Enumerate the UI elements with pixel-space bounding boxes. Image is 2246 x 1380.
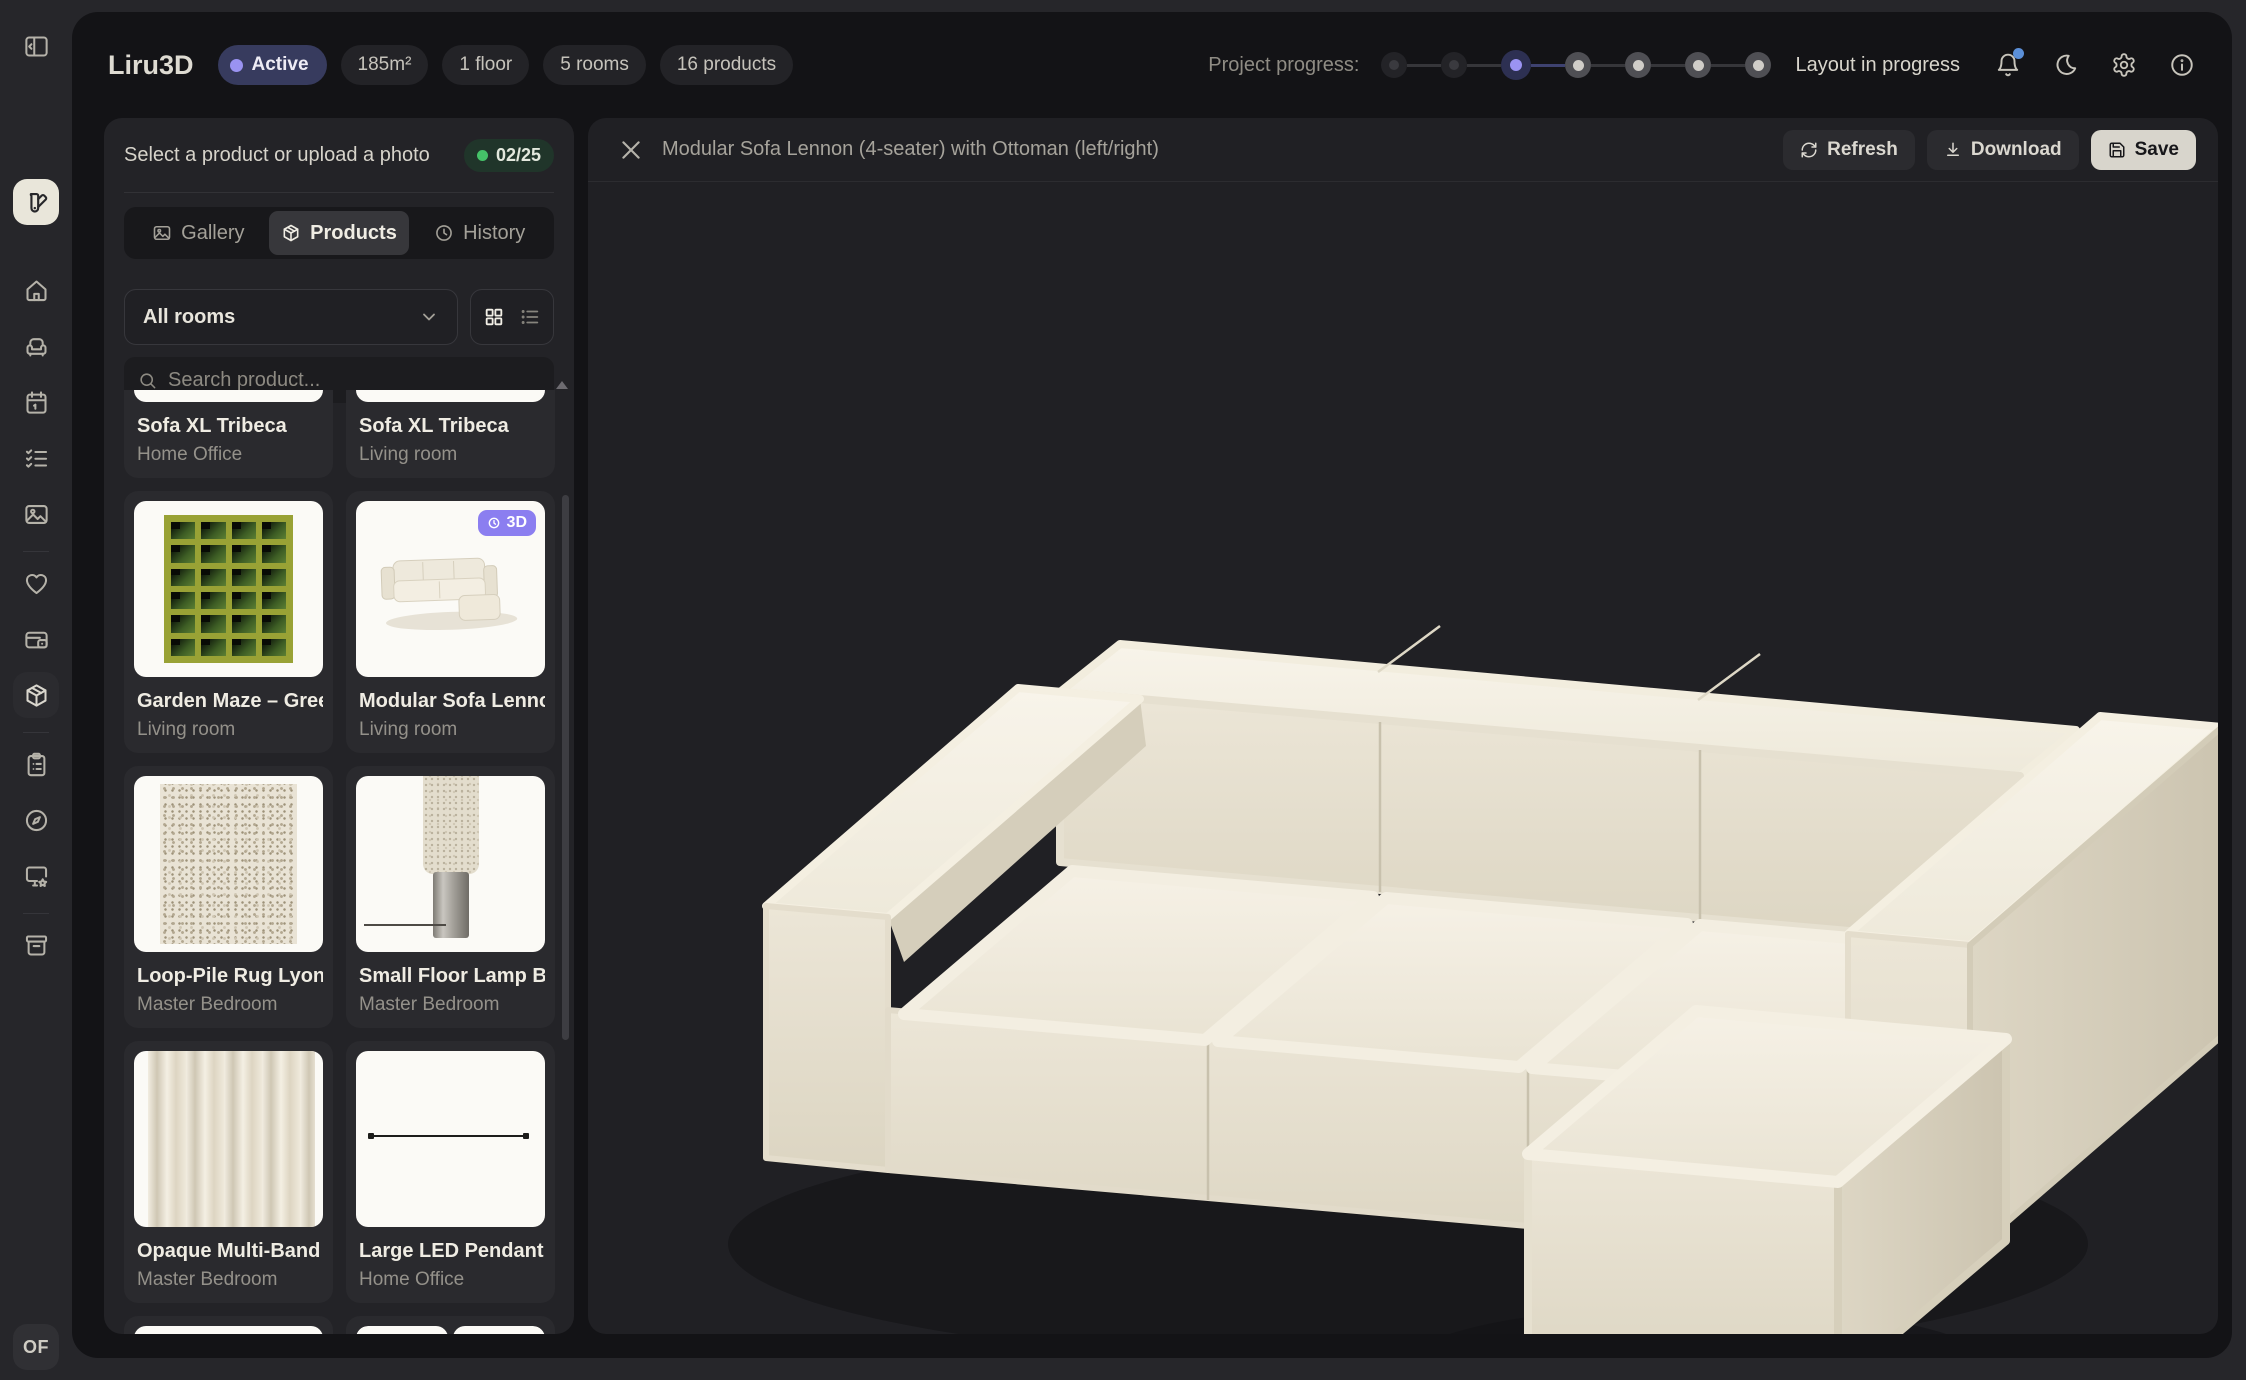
cube-3d-icon[interactable] [13, 672, 59, 718]
download-button[interactable]: Download [1927, 130, 2079, 170]
monitor-star-icon[interactable] [13, 853, 59, 899]
rooms-filter-dropdown[interactable]: All rooms [124, 289, 458, 345]
wallet-icon[interactable] [13, 616, 59, 662]
product-card[interactable] [124, 1316, 333, 1334]
viewer-header: Modular Sofa Lennon (4-seater) with Otto… [588, 118, 2218, 182]
sidebar-rail: OF [0, 0, 72, 1380]
swatches-logo-icon[interactable] [13, 179, 59, 225]
viewer-panel: Modular Sofa Lennon (4-seater) with Otto… [588, 118, 2218, 1334]
product-image [356, 390, 545, 402]
rail-divider [23, 732, 49, 733]
progress-step-4[interactable] [1565, 52, 1591, 78]
moon-icon[interactable] [2046, 45, 2086, 85]
view-toggle-group [470, 289, 554, 345]
search-icon [138, 371, 157, 390]
tab-products[interactable]: Products [269, 211, 410, 255]
compass-icon[interactable] [13, 797, 59, 843]
rooms-pill: 5 rooms [543, 45, 646, 85]
refresh-icon [1800, 141, 1818, 159]
progress-label: Project progress: [1208, 54, 1359, 77]
calendar-icon[interactable] [13, 379, 59, 425]
rail-divider [23, 551, 49, 552]
notification-dot [2013, 48, 2024, 59]
product-image [356, 1326, 545, 1334]
rail-divider [23, 913, 49, 914]
progress-step-5[interactable] [1625, 52, 1651, 78]
image-icon [152, 223, 172, 243]
panel-title: Select a product or upload a photo [124, 144, 430, 167]
home-icon[interactable] [13, 267, 59, 313]
progress-steps [1381, 50, 1771, 80]
product-card[interactable]: Sofa XL Tribeca Living room [346, 390, 555, 478]
product-card[interactable] [346, 1316, 555, 1334]
archive-icon[interactable] [13, 922, 59, 968]
cube-mini-icon [487, 516, 501, 530]
save-button[interactable]: Save [2091, 130, 2196, 170]
3d-badge: 3D [478, 510, 536, 536]
tab-gallery[interactable]: Gallery [128, 211, 269, 255]
close-icon[interactable] [618, 137, 644, 163]
product-image-pendant [356, 1051, 545, 1227]
progress-step-1[interactable] [1381, 52, 1407, 78]
floors-pill: 1 floor [442, 45, 529, 85]
app-shell: Liru3D Active 185m² 1 floor 5 rooms 16 p… [72, 12, 2232, 1358]
viewer-stage[interactable] [588, 182, 2218, 1334]
user-avatar[interactable]: OF [13, 1324, 59, 1370]
progress-step-6[interactable] [1685, 52, 1711, 78]
search-input[interactable] [168, 369, 540, 392]
product-image-rug [134, 776, 323, 952]
progress-step-2[interactable] [1441, 52, 1467, 78]
product-card-selected[interactable]: 3D Modular Sofa Lennon (… Living room [346, 491, 555, 753]
scrollbar-thumb[interactable] [562, 495, 569, 1040]
products-panel: Select a product or upload a photo 02/25… [104, 118, 574, 1334]
counter-dot-icon [477, 150, 488, 161]
image-icon[interactable] [13, 491, 59, 537]
product-card[interactable]: Large LED Pendant El… Home Office [346, 1041, 555, 1303]
status-badge: Active [218, 45, 327, 85]
page-title: Liru3D [108, 50, 194, 81]
progress-step-3-active[interactable] [1501, 50, 1531, 80]
panel-tabs: Gallery Products History [124, 207, 554, 259]
area-pill: 185m² [341, 45, 429, 85]
product-image [134, 1326, 323, 1334]
progress-step-7[interactable] [1745, 52, 1771, 78]
product-card[interactable]: Opaque Multi-Band Cu… Master Bedroom [124, 1041, 333, 1303]
product-card[interactable]: Sofa XL Tribeca Home Office [124, 390, 333, 478]
download-icon [1944, 141, 1962, 159]
checklist-icon[interactable] [13, 435, 59, 481]
top-bar: Liru3D Active 185m² 1 floor 5 rooms 16 p… [72, 12, 2232, 118]
grid-view-icon[interactable] [483, 306, 505, 328]
chevron-down-icon [419, 307, 439, 327]
product-image-green-grid [134, 501, 323, 677]
refresh-button[interactable]: Refresh [1783, 130, 1915, 170]
panel-divider [124, 192, 554, 193]
product-list: Sofa XL Tribeca Home Office Sofa XL Trib… [104, 390, 574, 1334]
product-image [134, 390, 323, 402]
product-image-lamp [356, 776, 545, 952]
product-card[interactable]: Garden Maze – Green Living room [124, 491, 333, 753]
panel-left-icon[interactable] [13, 23, 59, 69]
info-icon[interactable] [2162, 45, 2202, 85]
gear-icon[interactable] [2104, 45, 2144, 85]
sofa-3d-render [688, 454, 2218, 1334]
progress-status: Layout in progress [1795, 54, 1960, 77]
tab-history[interactable]: History [409, 211, 550, 255]
product-card[interactable]: Loop-Pile Rug Lyon Master Bedroom [124, 766, 333, 1028]
status-dot-icon [230, 59, 243, 72]
heart-icon[interactable] [13, 560, 59, 606]
save-icon [2108, 141, 2126, 159]
scroll-up-arrow[interactable] [556, 381, 568, 389]
product-card[interactable]: Small Floor Lamp Benan Master Bedroom [346, 766, 555, 1028]
list-view-icon[interactable] [519, 306, 541, 328]
clipboard-icon[interactable] [13, 741, 59, 787]
products-pill: 16 products [660, 45, 793, 85]
package-icon [281, 223, 301, 243]
usage-counter-badge: 02/25 [464, 139, 554, 172]
product-image-curtain [134, 1051, 323, 1227]
product-image-sofa: 3D [356, 501, 545, 677]
clock-icon [434, 223, 454, 243]
viewer-title: Modular Sofa Lennon (4-seater) with Otto… [662, 138, 1771, 161]
sofa-icon[interactable] [13, 323, 59, 369]
bell-icon[interactable] [1988, 45, 2028, 85]
